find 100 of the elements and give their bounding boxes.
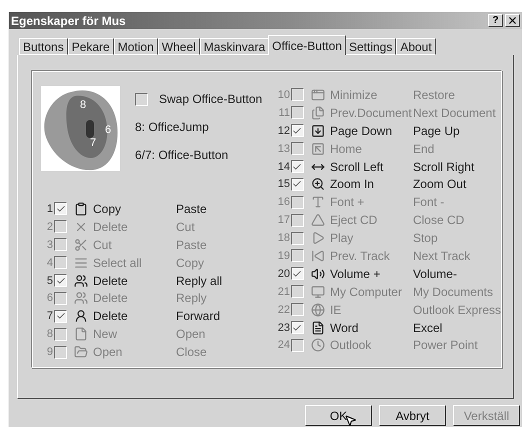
tab[interactable]: Wheel — [158, 38, 200, 55]
tab[interactable]: Buttons — [19, 38, 68, 55]
close-button[interactable] — [505, 14, 520, 27]
tab[interactable]: Settings — [344, 38, 396, 55]
checkbox[interactable] — [290, 124, 304, 138]
action-label: End — [412, 142, 434, 156]
checkbox[interactable] — [290, 178, 304, 191]
checkbox[interactable] — [290, 285, 304, 298]
function-label: Word — [330, 320, 360, 335]
checkbox[interactable] — [54, 292, 67, 305]
action-label: Paste — [176, 238, 207, 252]
action-label: Reply — [176, 291, 207, 306]
tab[interactable]: Office-Button — [268, 35, 346, 55]
action-label: Font - — [412, 195, 444, 210]
checkbox[interactable] — [135, 92, 148, 106]
dialog-button[interactable]: Avbryt — [379, 405, 446, 426]
row-number: 5 — [46, 274, 54, 286]
function-label: Zoom In — [330, 177, 375, 192]
documents-icon — [310, 106, 326, 120]
checkbox[interactable] — [290, 232, 304, 245]
function-label: Delete — [93, 274, 129, 288]
action-label: Excel — [412, 320, 442, 335]
checkbox[interactable] — [54, 310, 67, 323]
row-number: 16 — [276, 196, 291, 208]
speaker-icon — [310, 266, 326, 281]
action-label: Zoom Out — [412, 177, 466, 192]
function-label: Delete — [93, 220, 129, 234]
function-label: Delete — [93, 291, 129, 306]
check-icon — [292, 268, 302, 279]
row-number: 18 — [276, 232, 291, 244]
checkbox[interactable] — [290, 142, 304, 156]
action-label: Outlook Express — [412, 302, 501, 317]
lines-icon — [73, 256, 89, 270]
row-number: 11 — [278, 106, 291, 119]
function-label: Play — [330, 231, 354, 246]
row-number: 22 — [276, 304, 291, 316]
row-number: 19 — [276, 250, 291, 262]
checkbox[interactable] — [290, 338, 304, 352]
check-icon — [292, 126, 302, 136]
check-icon — [292, 162, 302, 172]
function-label: Home — [330, 142, 363, 156]
checkbox[interactable] — [290, 160, 304, 173]
row-number: 20 — [276, 268, 291, 280]
info-text: 6/7: Office-Button — [135, 148, 230, 162]
window-icon — [310, 88, 326, 102]
row-number: 3 — [46, 238, 54, 251]
check-icon — [292, 322, 302, 333]
checkbox[interactable] — [290, 196, 304, 209]
row-number: 10 — [276, 88, 291, 101]
tab[interactable]: Pekare — [68, 38, 114, 55]
checkbox[interactable] — [54, 346, 67, 359]
tab[interactable]: Maskinvara — [200, 38, 270, 55]
row-number: 15 — [276, 178, 291, 190]
monitor-icon — [310, 284, 326, 299]
action-label: My Documents — [412, 284, 493, 299]
function-label: Delete — [93, 309, 129, 324]
checkbox[interactable] — [290, 267, 304, 280]
row-number: 17 — [276, 214, 291, 226]
action-label: Restore — [412, 88, 455, 102]
checkbox[interactable] — [290, 321, 304, 334]
row-number: 7 — [46, 310, 54, 322]
dialog-button[interactable]: OK — [305, 405, 372, 426]
action-label: Forward — [176, 309, 220, 324]
function-label: Prev. Track — [330, 248, 391, 263]
action-label: Page Up — [412, 124, 460, 138]
previous-track-icon — [310, 248, 326, 263]
function-label: New — [93, 327, 118, 342]
checkbox[interactable] — [54, 274, 67, 287]
function-label: Select all — [93, 256, 143, 270]
clock-icon — [310, 338, 326, 352]
action-label: Copy — [176, 256, 204, 270]
page-down-icon — [310, 124, 326, 138]
function-label: Page Down — [330, 124, 393, 138]
action-label: Next Document — [412, 106, 496, 120]
checkbox[interactable] — [54, 238, 67, 252]
action-label: Scroll Right — [412, 160, 474, 174]
row-number: 24 — [276, 339, 291, 352]
checkbox[interactable] — [54, 220, 67, 234]
action-label: Cut — [176, 220, 195, 234]
eject-icon — [310, 213, 326, 228]
function-label: Eject CD — [330, 213, 378, 228]
checkbox[interactable] — [290, 303, 304, 316]
checkbox[interactable] — [54, 202, 67, 216]
checkbox[interactable] — [290, 88, 304, 102]
checkbox[interactable] — [290, 249, 304, 262]
check-icon — [56, 204, 66, 214]
tab[interactable]: About — [396, 38, 436, 55]
function-label: Volume + — [330, 266, 382, 281]
function-label: Cut — [93, 238, 113, 252]
checkbox[interactable] — [290, 214, 304, 227]
people-icon — [73, 291, 89, 306]
action-label: Power Point — [412, 338, 478, 352]
checkbox[interactable] — [290, 106, 304, 120]
folder-icon — [73, 345, 89, 360]
row-number: 21 — [276, 286, 291, 298]
function-label: Prev.Document — [330, 106, 413, 120]
checkbox[interactable] — [54, 256, 67, 270]
help-button[interactable]: ? — [488, 14, 503, 27]
checkbox[interactable] — [54, 328, 67, 341]
tab[interactable]: Motion — [114, 38, 158, 55]
